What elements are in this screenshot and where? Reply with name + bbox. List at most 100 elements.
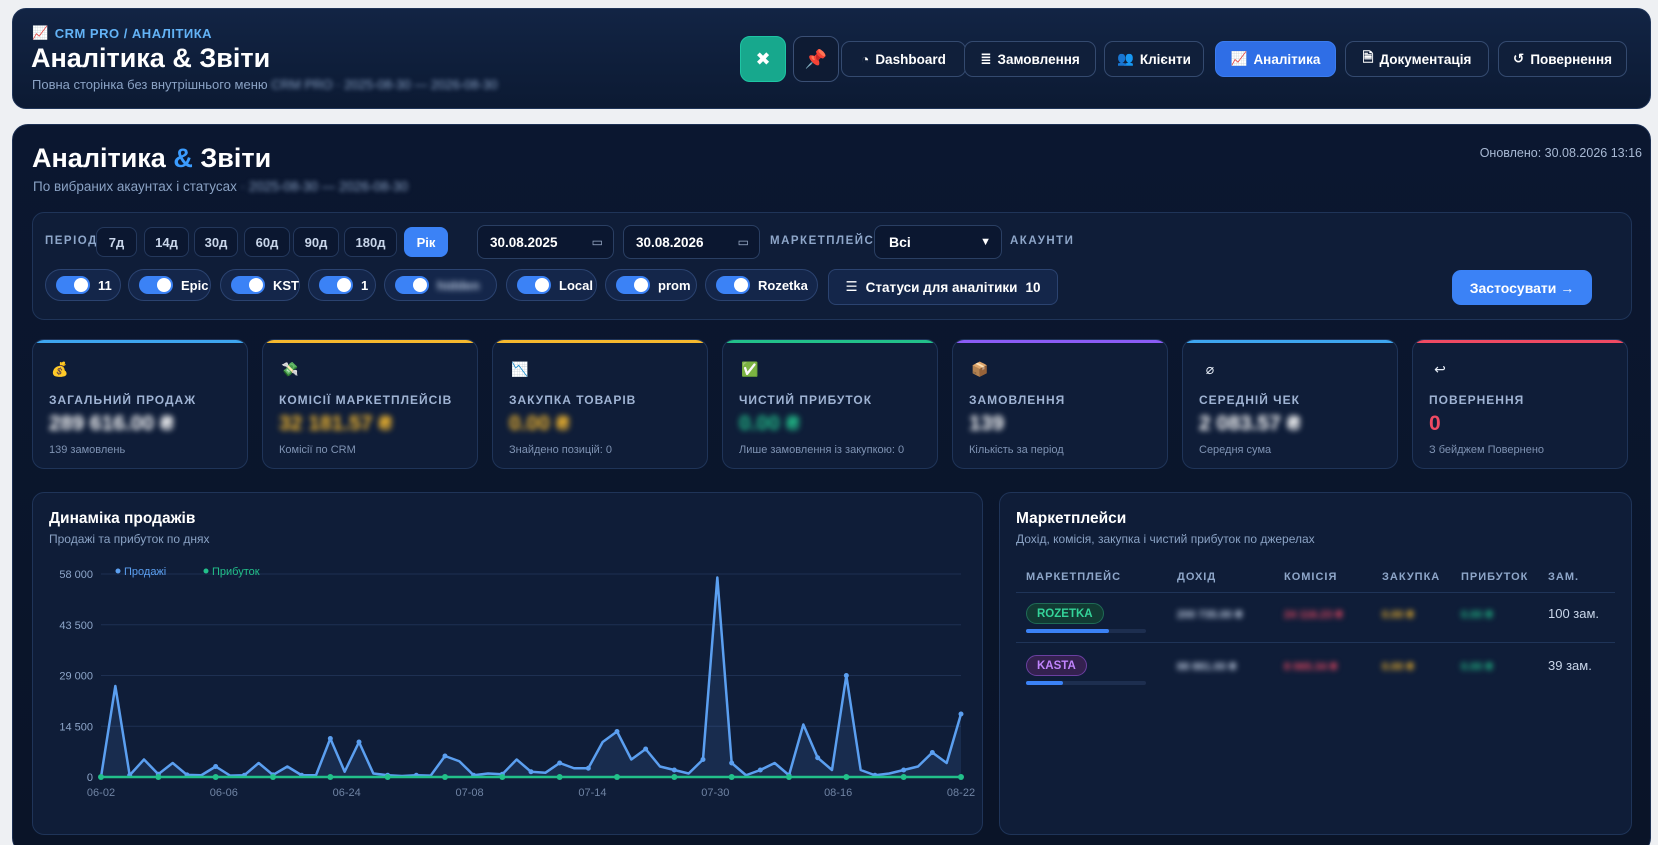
chart-line-icon: 📈 <box>32 25 49 40</box>
marketplace-profit: 0.00 ₴ <box>1461 609 1493 621</box>
nav-button-2[interactable]: 👥 Клієнти <box>1104 41 1204 77</box>
account-toggle-label: 1 <box>361 277 369 293</box>
document-icon: 🗎 <box>1362 49 1374 65</box>
marketplace-purchase: 0.00 ₴ <box>1382 661 1414 673</box>
y-tick-label: 43 500 <box>59 620 93 632</box>
filters-panel: ПЕРІОД 7д 14д 30д 60д 90д 180д Рік 30.08.2025 … <box>32 212 1632 320</box>
date-from-input[interactable]: 30.08.2025 ▭ <box>477 225 614 259</box>
nav-button-label: Dashboard <box>875 51 946 67</box>
account-toggle-2[interactable]: KST <box>220 269 300 301</box>
period-button-1[interactable]: 14д <box>144 227 189 257</box>
nav-button-0[interactable]: ◔ Dashboard <box>841 41 966 77</box>
sales-point <box>700 757 706 762</box>
kpi-card-0: 💰 ЗАГАЛЬНИЙ ПРОДАЖ 289 616.00 ₴ 139 замовле… <box>32 339 248 469</box>
kpi-note: Кількість за період <box>969 444 1064 456</box>
account-toggle-4[interactable]: hidden <box>384 269 497 301</box>
x-tick-label: 06-24 <box>333 787 361 799</box>
profit-point <box>499 774 506 780</box>
account-toggle-label: Local <box>559 277 593 293</box>
marketplace-income: 200 735.00 ₴ <box>1177 609 1243 621</box>
kpi-card-2: 📉 ЗАКУПКА ТОВАРІВ 0.00 ₴ Знайдено позицій: … <box>492 339 708 469</box>
date-to-input[interactable]: 30.08.2026 ▭ <box>623 225 760 259</box>
profit-point <box>900 774 907 780</box>
toggle-switch-icon <box>395 276 429 294</box>
marketplace-profit: 0.00 ₴ <box>1461 661 1493 673</box>
kpi-label: ЧИСТИЙ ПРИБУТОК <box>739 393 873 407</box>
x-tick-label: 08-16 <box>824 787 852 799</box>
account-toggle-5[interactable]: Local <box>506 269 597 301</box>
main-panel: Аналітика & Звіти По вибраних акаунтах і… <box>12 124 1651 845</box>
profit-point <box>212 774 219 780</box>
sales-point <box>958 711 964 717</box>
page-title: Аналітика & Звіти <box>31 43 271 73</box>
account-toggle-0[interactable]: 11 <box>45 269 121 301</box>
updated-timestamp: Оновлено: 30.08.2026 13:16 <box>1479 146 1642 160</box>
close-button[interactable]: ✖ <box>740 36 786 82</box>
period-button-4[interactable]: 90д <box>293 227 339 257</box>
sales-point <box>557 760 563 766</box>
close-icon: ✖ <box>755 48 771 69</box>
table-header-4: ПРИБУТОК <box>1461 571 1529 583</box>
kpi-accent-bar <box>1413 340 1627 343</box>
apply-button[interactable]: Застосувати → <box>1452 270 1592 305</box>
toggle-switch-icon <box>56 276 90 294</box>
period-button-0[interactable]: 7д <box>96 227 137 257</box>
period-button-5[interactable]: 180д <box>344 227 397 257</box>
status-filter-button[interactable]: ☰ Статуси для аналітики 10 <box>828 269 1058 305</box>
chart-icon: 📈 <box>1230 51 1248 66</box>
x-tick-label: 07-30 <box>701 787 729 799</box>
kpi-note: Лише замовлення із закупкою: 0 <box>739 444 905 456</box>
chevron-down-icon: ▼ <box>980 236 991 248</box>
calendar-icon: ▭ <box>737 235 749 249</box>
kpi-value: 0 <box>1429 412 1441 435</box>
table-divider <box>1016 642 1615 643</box>
sales-point <box>729 760 735 766</box>
marketplaces-title: Маркетплейси <box>1016 510 1127 527</box>
nav-button-3[interactable]: 📈 Аналітика <box>1215 41 1336 77</box>
breadcrumb: 📈 CRM PRO / АНАЛІТИКА <box>32 25 212 41</box>
kpi-card-1: 💸 КОМІСІЇ МАРКЕТПЛЕЙСІВ 32 181.57 ₴ Комісії… <box>262 339 478 469</box>
sales-point <box>643 746 649 752</box>
nav-button-4[interactable]: 🗎 Документація <box>1345 41 1489 77</box>
accounts-label: АКАУНТИ <box>1010 235 1075 247</box>
table-divider <box>1016 592 1615 593</box>
nav-button-label: Замовлення <box>997 51 1080 67</box>
period-button-3[interactable]: 60д <box>244 227 290 257</box>
y-tick-label: 14 500 <box>59 721 93 733</box>
period-button-6[interactable]: Рік <box>404 227 448 257</box>
breadcrumb-text: CRM PRO / АНАЛІТИКА <box>54 25 213 41</box>
marketplace-share-bar <box>1026 629 1146 633</box>
table-header-0: МАРКЕТПЛЕЙС <box>1026 571 1122 583</box>
sales-line-chart: 58 000 43 500 29 000 14 500 0 06-02 06-06 06-24… <box>59 566 975 799</box>
kpi-icon: ⌀ <box>1205 360 1215 377</box>
marketplace-commission: 8 065.34 ₴ <box>1284 661 1338 673</box>
account-toggle-3[interactable]: 1 <box>308 269 376 301</box>
kpi-card-6: ↩ ПОВЕРНЕННЯ 0 З бейджем Повернено <box>1412 339 1628 469</box>
kpi-label: СЕРЕДНІЙ ЧЕК <box>1199 393 1300 407</box>
nav-button-5[interactable]: ↺ Повернення <box>1498 41 1627 77</box>
kpi-icon: 📉 <box>511 360 529 377</box>
y-tick-label: 29 000 <box>59 671 93 683</box>
kpi-icon: ✅ <box>741 360 759 377</box>
account-toggle-7[interactable]: Rozetka <box>705 269 818 301</box>
toggle-switch-icon <box>139 276 173 294</box>
table-header-3: ЗАКУПКА <box>1382 571 1441 583</box>
account-toggle-6[interactable]: prom <box>605 269 697 301</box>
sales-area <box>101 577 961 777</box>
pin-button[interactable]: 📌 <box>793 36 839 82</box>
nav-button-1[interactable]: ≣ Замовлення <box>964 41 1096 77</box>
account-toggle-label: 11 <box>98 277 112 293</box>
nav-button-label: Документація <box>1379 51 1472 67</box>
period-button-2[interactable]: 30д <box>194 227 238 257</box>
main-subtitle-text: По вибраних акаунтах і статусах <box>33 179 237 194</box>
toggle-switch-icon <box>319 276 353 294</box>
marketplace-select[interactable]: Всі ▼ <box>874 225 1002 259</box>
status-filter-count: 10 <box>1025 279 1041 295</box>
kpi-icon: 💸 <box>281 360 299 377</box>
marketplace-badge: ROZETKA <box>1026 603 1104 624</box>
list-icon: ≣ <box>980 51 992 66</box>
profit-point <box>327 774 334 780</box>
sales-point <box>213 764 219 769</box>
account-toggle-1[interactable]: Epic <box>128 269 211 301</box>
kpi-value: 289 616.00 ₴ <box>49 412 174 435</box>
